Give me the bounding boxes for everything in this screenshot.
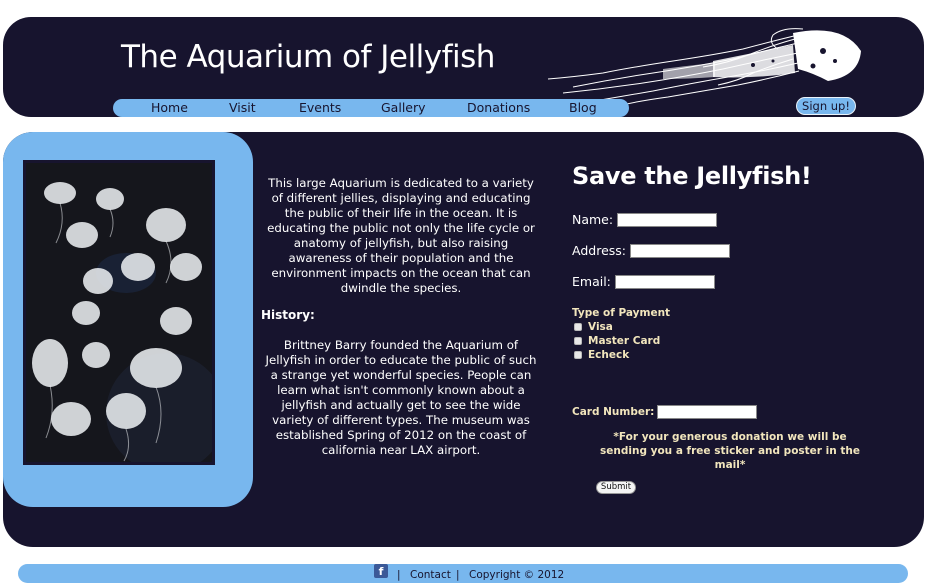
nav-events[interactable]: Events [299,100,341,115]
card-number-label: Card Number: [572,406,655,418]
card-number-row: Card Number: [572,405,758,419]
facebook-icon[interactable]: f [374,564,388,578]
payment-type-label: Type of Payment [572,307,671,319]
nav-visit[interactable]: Visit [229,100,256,115]
site-title: The Aquarium of Jellyfish [121,39,495,75]
jellyfish-photo [23,160,215,465]
history-heading: History: [261,308,315,322]
intro-paragraph: This large Aquarium is dedicated to a va… [267,176,535,295]
nav-donations[interactable]: Donations [467,100,530,115]
address-label: Address: [572,243,626,258]
history-paragraph: Brittney Barry founded the Aquarium of J… [265,338,537,457]
contact-link[interactable]: Contact [410,569,451,581]
mastercard-label: Master Card [588,335,661,347]
email-row: Email: [572,274,715,289]
nav-blog[interactable]: Blog [569,100,597,115]
address-field[interactable] [630,243,730,258]
name-row: Name: [572,212,718,227]
main-panel: This large Aquarium is dedicated to a va… [3,132,924,547]
form-title: Save the Jellyfish! [572,162,812,190]
visa-label: Visa [588,321,613,333]
main-nav: Home Visit Events Gallery Donations Blog [113,99,629,117]
footer-separator: | [456,569,460,581]
payment-option-echeck[interactable]: Echeck [574,349,629,361]
footer-bar: f | Contact | Copyright © 2012 [18,564,908,583]
donation-note: *For your generous donation we will be s… [600,431,860,471]
copyright-text: Copyright © 2012 [469,569,565,581]
address-row: Address: [572,243,730,258]
jellyfish-photo-art [26,163,212,462]
content-column: This large Aquarium is dedicated to a va… [261,176,541,458]
name-field[interactable] [617,212,718,227]
nav-gallery[interactable]: Gallery [381,100,426,115]
donation-form: Save the Jellyfish! Name: Address: Email… [572,162,872,494]
echeck-label: Echeck [588,349,630,361]
email-field[interactable] [614,274,715,289]
submit-button[interactable]: Submit [596,481,636,494]
signup-button[interactable]: Sign up! [796,97,856,115]
payment-option-visa[interactable]: Visa [574,321,613,333]
payment-option-mastercard[interactable]: Master Card [574,335,660,347]
header-banner: The Aquarium of Jellyfish Home Visit Eve… [3,17,924,117]
echeck-checkbox[interactable] [574,351,582,359]
name-label: Name: [572,212,614,227]
email-label: Email: [572,274,611,289]
nav-home[interactable]: Home [151,100,188,115]
side-panel [3,132,253,507]
mastercard-checkbox[interactable] [574,337,582,345]
footer-separator: | [397,569,401,581]
card-number-field[interactable] [657,405,758,419]
visa-checkbox[interactable] [574,323,582,331]
